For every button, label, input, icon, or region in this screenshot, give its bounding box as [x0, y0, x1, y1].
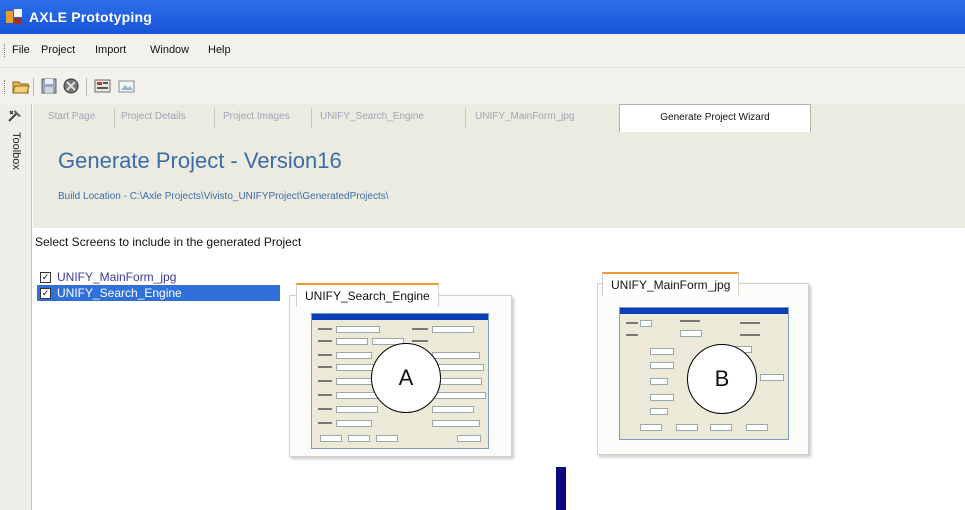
title-bar: AXLE Prototyping: [0, 0, 965, 34]
tab-unify-mainform[interactable]: UNIFY_MainForm_jpg: [475, 111, 574, 122]
annotation-marker-a: A: [371, 343, 441, 413]
menu-window[interactable]: Window: [150, 44, 189, 56]
screen-item-label: UNIFY_Search_Engine: [57, 286, 182, 300]
save-icon[interactable]: [40, 78, 58, 94]
screen-checkbox[interactable]: ✓: [40, 288, 51, 299]
toolbar: [0, 68, 965, 104]
toolbox-icon: [8, 110, 21, 122]
preview-tab-mainform[interactable]: UNIFY_MainForm_jpg: [602, 272, 740, 296]
tab-separator: [311, 108, 312, 128]
page-title: Generate Project - Version16: [58, 148, 342, 173]
tab-separator: [114, 108, 115, 128]
tab-project-images[interactable]: Project Images: [223, 111, 290, 122]
tab-separator: [214, 108, 215, 128]
menu-bar: File Project Import Window Help: [0, 34, 965, 68]
menu-import[interactable]: Import: [95, 44, 126, 56]
screen-list: ✓ UNIFY_MainForm_jpg ✓ UNIFY_Search_Engi…: [37, 269, 280, 301]
properties-icon[interactable]: [94, 78, 112, 94]
screen-item-unify-search-engine[interactable]: ✓ UNIFY_Search_Engine: [37, 285, 280, 301]
document-tabs: Start Page Project Details Project Image…: [33, 104, 965, 132]
preview-tab-search-engine[interactable]: UNIFY_Search_Engine: [296, 283, 439, 307]
build-icon[interactable]: [62, 78, 80, 94]
window-title: AXLE Prototyping: [29, 9, 152, 25]
menu-grip[interactable]: [4, 44, 7, 57]
toolbox-label: Toolbox: [10, 132, 22, 170]
tab-separator: [465, 108, 466, 128]
toolbar-separator: [33, 78, 34, 96]
menu-help[interactable]: Help: [208, 44, 231, 56]
toolbar-separator: [86, 78, 87, 96]
document-header: Start Page Project Details Project Image…: [33, 104, 965, 228]
annotation-marker-b: B: [687, 344, 757, 414]
screen-checkbox[interactable]: ✓: [40, 272, 51, 283]
instructions-label: Select Screens to include in the generat…: [35, 235, 302, 249]
image-icon[interactable]: [118, 78, 136, 94]
tab-unify-search-engine[interactable]: UNIFY_Search_Engine: [320, 111, 424, 122]
app-icon: [6, 9, 22, 24]
tab-start-page[interactable]: Start Page: [48, 111, 95, 122]
open-folder-icon[interactable]: [12, 78, 30, 94]
text-cursor-marker: [556, 467, 566, 510]
toolbox-panel[interactable]: Toolbox: [0, 104, 32, 510]
menu-project[interactable]: Project: [41, 44, 75, 56]
screen-item-unify-mainform[interactable]: ✓ UNIFY_MainForm_jpg: [37, 269, 280, 285]
preview-panel-search-engine: UNIFY_Search_Engine A: [289, 283, 512, 457]
build-location: Build Location - C:\Axle Projects\Vivist…: [58, 191, 389, 202]
toolbar-grip[interactable]: [4, 80, 7, 94]
tab-generate-project-wizard[interactable]: Generate Project Wizard: [619, 104, 811, 132]
preview-panel-mainform: UNIFY_MainForm_jpg B: [597, 272, 809, 455]
screen-item-label: UNIFY_MainForm_jpg: [57, 270, 177, 284]
menu-file[interactable]: File: [12, 44, 30, 56]
tab-project-details[interactable]: Project Details: [121, 111, 185, 122]
